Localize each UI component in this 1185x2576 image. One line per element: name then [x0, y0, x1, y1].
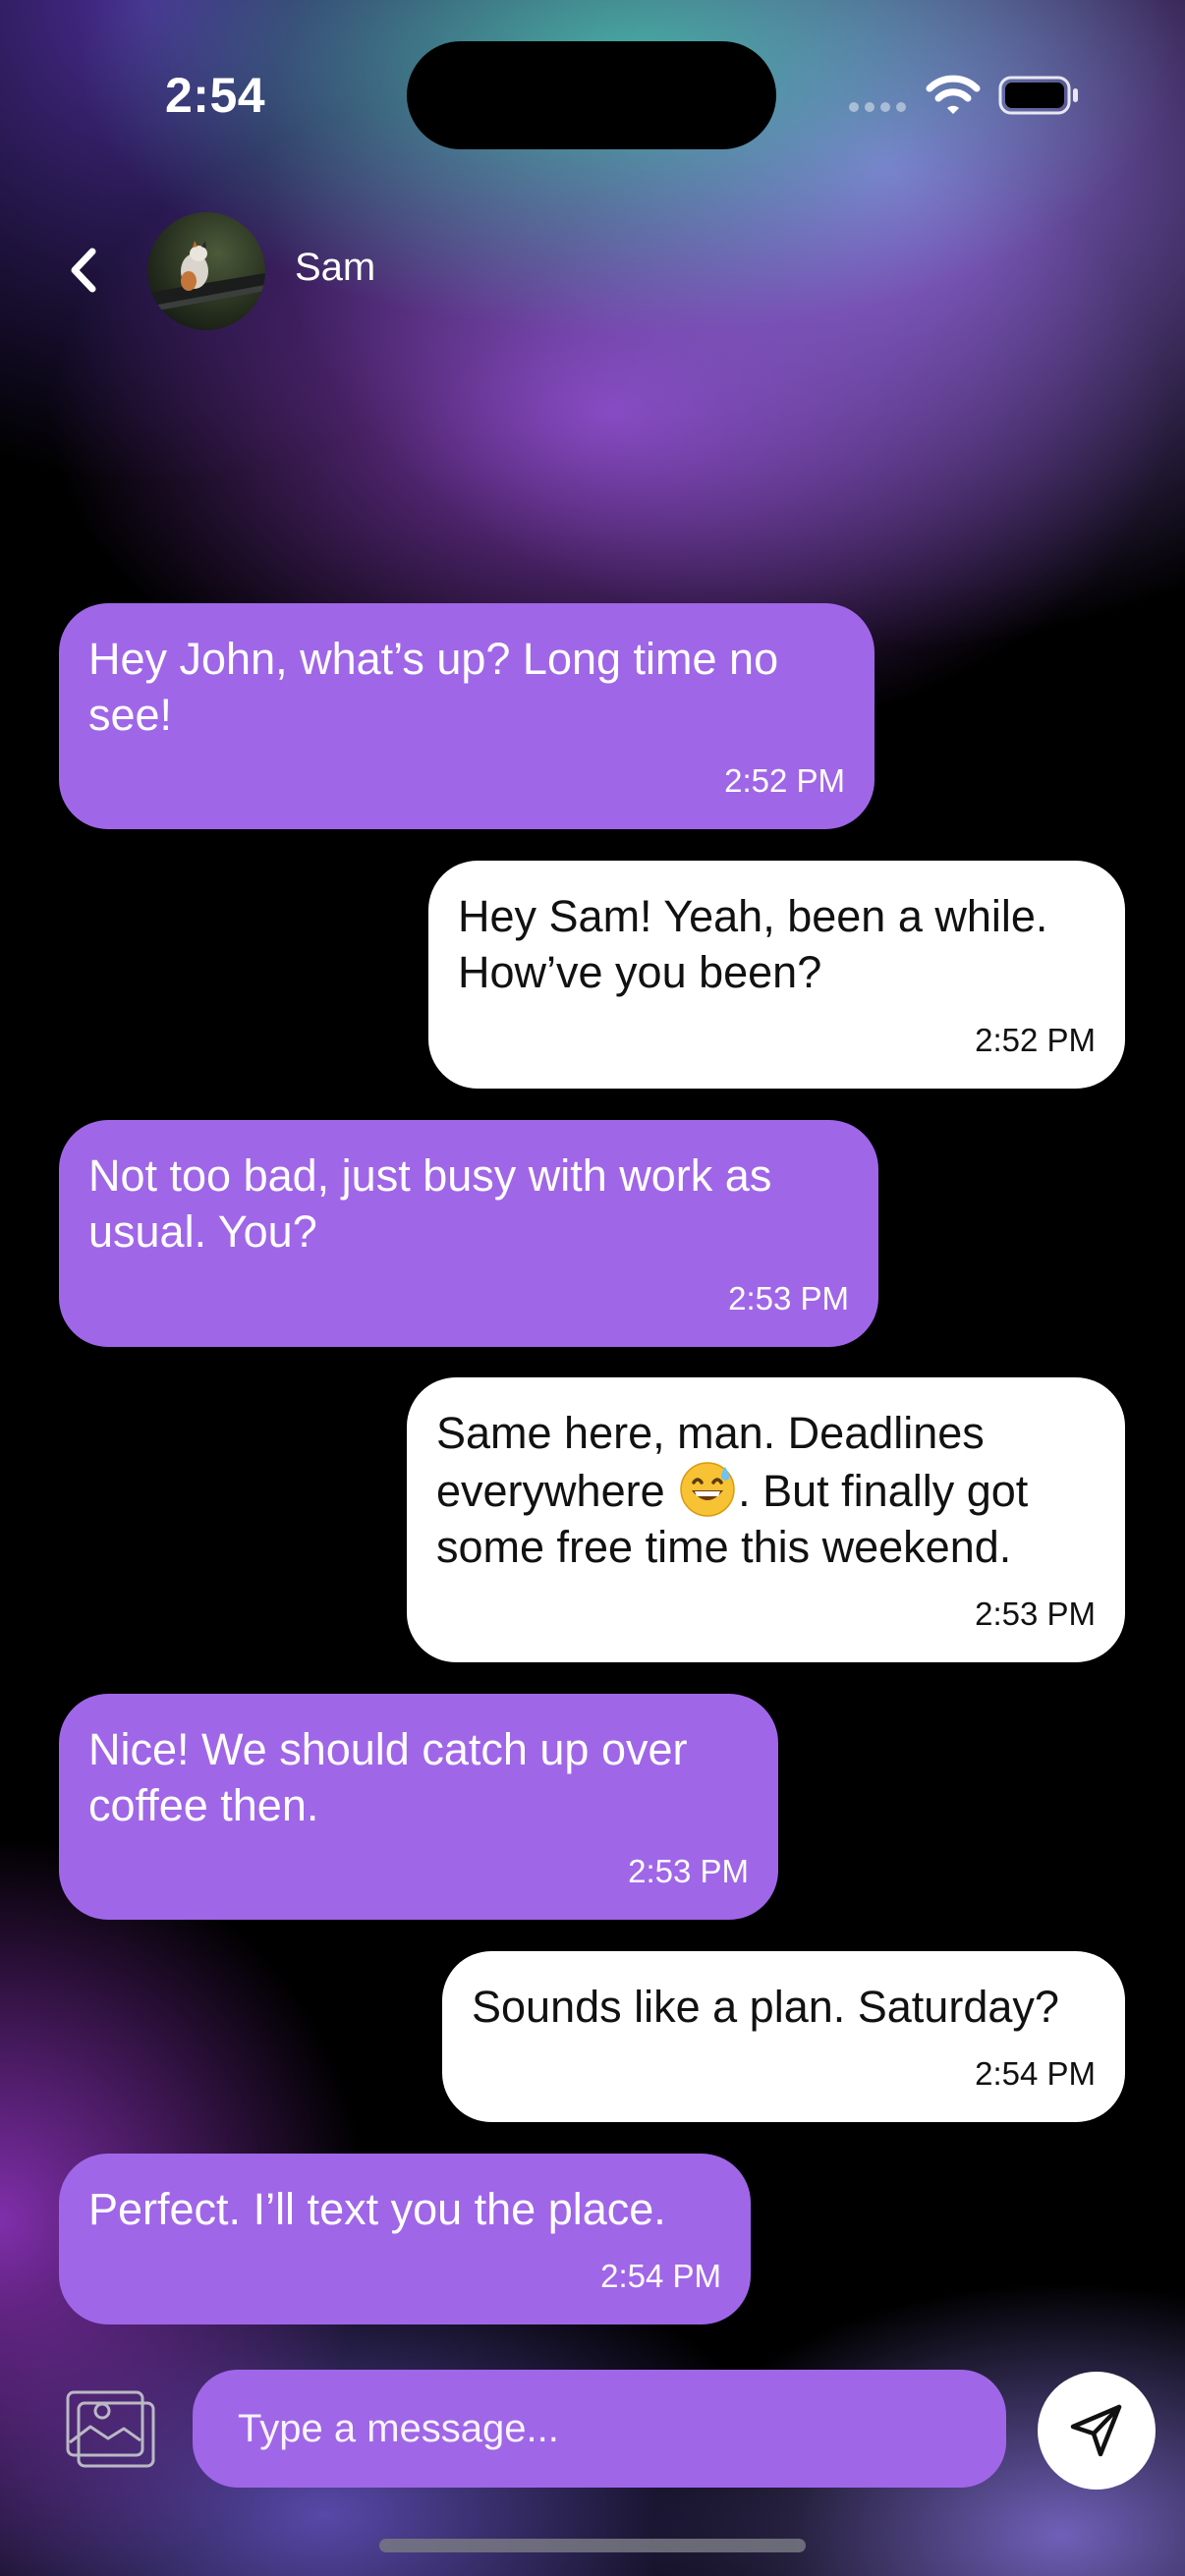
- message-bubble-received[interactable]: Perfect. I’ll text you the place. 2:54 P…: [59, 2154, 751, 2324]
- message-timestamp: 2:54 PM: [975, 2055, 1096, 2092]
- status-bar-time: 2:54: [165, 68, 266, 123]
- paper-plane-icon: [1070, 2404, 1122, 2457]
- message-input[interactable]: [193, 2370, 1006, 2488]
- message-bubble-sent[interactable]: Same here, man. Deadlines everywhere . B…: [407, 1377, 1125, 1662]
- message-text: Sounds like a plan. Saturday?: [472, 1982, 1059, 2032]
- contact-name[interactable]: Sam: [295, 246, 375, 290]
- send-button[interactable]: [1038, 2372, 1156, 2490]
- wifi-icon: [926, 75, 981, 114]
- message-timestamp: 2:53 PM: [628, 1853, 749, 1889]
- message-timestamp: 2:53 PM: [728, 1280, 849, 1316]
- message-text: Same here, man. Deadlines everywhere . B…: [436, 1405, 1096, 1575]
- message-bubble-received[interactable]: Not too bad, just busy with work as usua…: [59, 1120, 878, 1347]
- image-gallery-icon[interactable]: [65, 2389, 157, 2470]
- message-text: Hey Sam! Yeah, been a while. How’ve you …: [458, 891, 1048, 997]
- message-timestamp: 2:52 PM: [724, 762, 845, 799]
- message-bubble-sent[interactable]: Sounds like a plan. Saturday? 2:54 PM: [442, 1951, 1125, 2122]
- battery-icon: [998, 76, 1078, 115]
- message-text: Perfect. I’ll text you the place.: [88, 2184, 666, 2234]
- cellular-signal-icon: [849, 102, 906, 112]
- dynamic-island: [407, 41, 776, 149]
- message-bubble-received[interactable]: Hey John, what’s up? Long time no see! 2…: [59, 603, 875, 829]
- message-timestamp: 2:54 PM: [600, 2258, 721, 2294]
- grinning-sweat-emoji-icon: [680, 1462, 735, 1517]
- avatar-photo: [147, 212, 265, 330]
- back-chevron-icon[interactable]: [63, 242, 106, 299]
- message-text: Hey John, what’s up? Long time no see!: [88, 634, 779, 740]
- message-timestamp: 2:52 PM: [975, 1022, 1096, 1058]
- avatar[interactable]: [147, 212, 265, 330]
- home-indicator[interactable]: [379, 2539, 806, 2552]
- message-text: Not too bad, just busy with work as usua…: [88, 1150, 772, 1257]
- message-timestamp: 2:53 PM: [975, 1596, 1096, 1632]
- message-text: Nice! We should catch up over coffee the…: [88, 1724, 688, 1830]
- message-bubble-sent[interactable]: Hey Sam! Yeah, been a while. How’ve you …: [428, 861, 1125, 1089]
- message-bubble-received[interactable]: Nice! We should catch up over coffee the…: [59, 1694, 778, 1920]
